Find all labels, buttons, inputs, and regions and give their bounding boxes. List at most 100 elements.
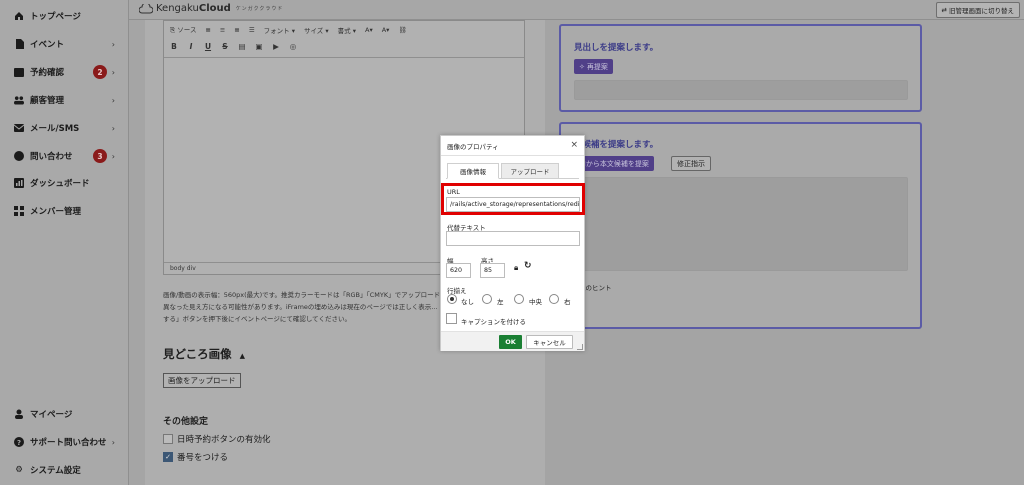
align-right-icon[interactable]: ≣	[234, 26, 239, 34]
strike-button[interactable]: S	[221, 42, 229, 51]
width-input[interactable]: 620	[446, 263, 471, 278]
text-color-icon[interactable]: A▾	[365, 26, 373, 34]
chevron-right-icon: ›	[111, 151, 115, 161]
chevron-right-icon: ›	[111, 123, 115, 133]
logo-text-prefix: Kengaku	[156, 3, 199, 14]
sidebar: トップページ イベント › 予約確認 2 › 顧客管理 › メール/SMS › …	[0, 0, 129, 485]
source-button[interactable]: ⎘ ソース	[170, 24, 196, 35]
sidebar-item-reservation[interactable]: 予約確認 2 ›	[0, 62, 129, 82]
underline-button[interactable]: U	[204, 42, 212, 51]
lock-ratio-icon[interactable]: 🔒︎	[514, 263, 518, 273]
editor-toolbar-bottom: B I U S ▤ ▣ ▶ ◎	[164, 39, 524, 54]
body-suggestion-title: 文候補を提案します。	[574, 140, 659, 150]
chat-icon	[14, 151, 24, 161]
caption-checkbox[interactable]	[446, 313, 457, 324]
tab-upload[interactable]: アップロード	[501, 163, 559, 179]
align-none-radio[interactable]	[447, 294, 457, 304]
sidebar-item-event[interactable]: イベント ›	[0, 34, 129, 54]
dialog-title: 画像のプロパティ	[447, 142, 499, 151]
font-select[interactable]: フォント ▾	[264, 25, 295, 35]
sidebar-item-mypage[interactable]: マイページ	[0, 404, 129, 424]
chevron-right-icon: ›	[111, 39, 115, 49]
image-icon[interactable]: ▣	[255, 42, 263, 51]
grid-icon	[14, 206, 24, 216]
resuggest-button[interactable]: ✧ 再提案	[574, 59, 613, 74]
numbering-label: 番号をつける	[177, 453, 229, 463]
help-icon: ?	[14, 437, 24, 447]
sidebar-item-dashboard[interactable]: ダッシュボード	[0, 173, 129, 193]
body-suggestion-textarea[interactable]	[574, 177, 908, 271]
iframe-icon[interactable]: ◎	[289, 42, 297, 51]
bg-color-icon[interactable]: A▾	[382, 26, 390, 34]
size-select[interactable]: サイズ ▾	[304, 25, 329, 35]
date-reservation-label: 日時予約ボタンの有効化	[177, 435, 271, 445]
link-icon[interactable]: ⛓	[398, 26, 406, 34]
align-center-radio[interactable]	[514, 294, 524, 304]
document-icon	[14, 39, 24, 49]
tab-image-info[interactable]: 画像情報	[447, 163, 499, 179]
svg-text:?: ?	[17, 439, 21, 447]
top-bar: Kengaku Cloud ケンガククラウド ⇄ 旧管理画面に切り替え	[129, 0, 1024, 20]
ai-body-suggest-button[interactable]: AIから本文候補を提案	[574, 156, 654, 171]
dialog-header: 画像のプロパティ	[441, 136, 584, 156]
date-reservation-checkbox[interactable]	[163, 434, 173, 444]
sidebar-item-customers[interactable]: 顧客管理 ›	[0, 90, 129, 110]
resuggest-label: 再提案	[586, 62, 608, 71]
align-right-label: 右	[564, 298, 571, 306]
horizontal-rule-icon[interactable]: ▤	[238, 42, 246, 51]
ai-body-suggest-label: AIから本文候補を提案	[579, 159, 649, 168]
youtube-icon[interactable]: ▶	[272, 42, 280, 51]
date-reservation-option[interactable]: 日時予約ボタンの有効化	[163, 433, 271, 445]
section-title: 見どころ画像 ▲	[163, 346, 245, 362]
notification-badge: 2	[93, 65, 107, 79]
source-label: ソース	[177, 26, 197, 34]
sidebar-item-mail[interactable]: メール/SMS ›	[0, 118, 129, 138]
format-select-label: 書式	[337, 26, 351, 35]
gear-icon: ⚙	[15, 465, 23, 475]
fix-instruction-label: 修正指示	[677, 159, 705, 168]
sidebar-item-members[interactable]: メンバー管理	[0, 201, 129, 221]
url-highlight-box	[441, 183, 585, 215]
align-left-radio[interactable]	[482, 294, 492, 304]
upload-image-button[interactable]: 画像をアップロード	[163, 373, 241, 388]
sidebar-item-label: 予約確認	[30, 68, 65, 78]
sidebar-item-top[interactable]: トップページ	[0, 6, 129, 26]
image-properties-dialog: 画像のプロパティ × 画像情報 アップロード URL /rails/active…	[440, 135, 585, 351]
sidebar-item-label: メール/SMS	[30, 124, 80, 134]
caption-label: キャプションを付ける	[461, 318, 526, 326]
reset-size-icon[interactable]: ↻	[524, 261, 532, 271]
sidebar-item-support[interactable]: ? サポート問い合わせ ›	[0, 432, 129, 452]
format-select[interactable]: 書式 ▾	[338, 25, 356, 35]
bold-button[interactable]: B	[170, 42, 178, 51]
sidebar-item-label: 顧客管理	[30, 96, 65, 106]
chevron-right-icon: ›	[111, 67, 115, 77]
caret-up-icon[interactable]: ▲	[240, 352, 245, 360]
align-right-radio[interactable]	[549, 294, 559, 304]
image-note-text: 画像/動画の表示幅：560px(最大)です。推奨カラーモードは「RGB」「CMY…	[163, 291, 460, 323]
logo-subtitle: ケンガククラウド	[235, 6, 284, 12]
resize-grip-icon[interactable]	[577, 344, 583, 350]
chart-icon	[14, 178, 24, 188]
calendar-icon	[14, 67, 24, 77]
close-icon[interactable]: ×	[570, 140, 578, 150]
sparkle-icon: ✧	[579, 62, 585, 71]
fix-instruction-button[interactable]: 修正指示	[671, 156, 711, 171]
ok-button[interactable]: OK	[499, 335, 522, 349]
logo-text-bold: Cloud	[198, 3, 231, 14]
sidebar-item-label: 問い合わせ	[30, 152, 73, 162]
numbering-checkbox[interactable]: ✓	[163, 452, 173, 462]
sidebar-item-label: イベント	[30, 40, 65, 50]
sidebar-item-settings[interactable]: ⚙ システム設定	[0, 460, 129, 480]
cancel-button[interactable]: キャンセル	[526, 335, 573, 349]
italic-button[interactable]: I	[187, 42, 195, 51]
switch-icon: ⇄	[941, 6, 947, 14]
align-left-icon[interactable]: ≣	[205, 26, 210, 34]
alt-text-input[interactable]	[446, 231, 580, 246]
align-center-icon[interactable]: ≡	[220, 26, 225, 34]
sidebar-item-inquiry[interactable]: 問い合わせ 3 ›	[0, 146, 129, 166]
switch-legacy-admin-button[interactable]: ⇄ 旧管理画面に切り替え	[935, 2, 1020, 18]
font-select-label: フォント	[263, 26, 290, 35]
align-justify-icon[interactable]: ☰	[249, 26, 255, 34]
height-input[interactable]: 85	[480, 263, 505, 278]
numbering-option[interactable]: ✓ 番号をつける	[163, 451, 228, 463]
